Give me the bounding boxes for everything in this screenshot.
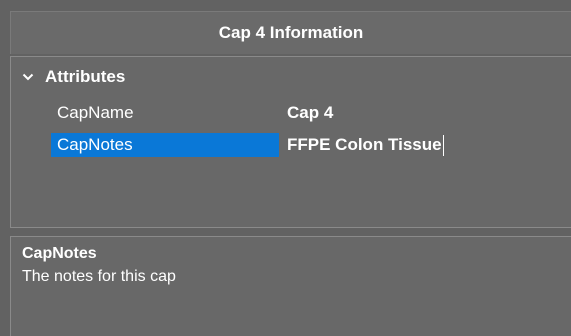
panel-title: Cap 4 Information xyxy=(10,11,571,54)
description-pane: CapNotes The notes for this cap xyxy=(10,236,571,336)
property-row-capname[interactable]: CapName Cap 4 xyxy=(51,101,571,125)
property-value-text: Cap 4 xyxy=(287,103,334,122)
text-caret xyxy=(442,134,444,156)
property-row-capnotes[interactable]: CapNotes FFPE Colon Tissue xyxy=(51,133,571,157)
property-name-selected[interactable]: CapNotes xyxy=(51,133,279,157)
category-attributes[interactable]: Attributes xyxy=(11,65,125,89)
property-value-editor[interactable]: FFPE Colon Tissue xyxy=(287,133,444,157)
chevron-down-icon[interactable] xyxy=(11,73,45,81)
description-title: CapNotes xyxy=(22,245,97,262)
description-text: The notes for this cap xyxy=(22,268,176,285)
properties-panel: Cap 4 Information Attributes CapName Cap… xyxy=(0,0,571,336)
property-value-text: FFPE Colon Tissue xyxy=(287,135,442,154)
property-name[interactable]: CapName xyxy=(51,101,279,125)
property-grid[interactable]: Attributes CapName Cap 4 CapNotes FFPE C… xyxy=(10,56,571,228)
property-value[interactable]: Cap 4 xyxy=(287,101,333,125)
category-label: Attributes xyxy=(45,67,126,86)
